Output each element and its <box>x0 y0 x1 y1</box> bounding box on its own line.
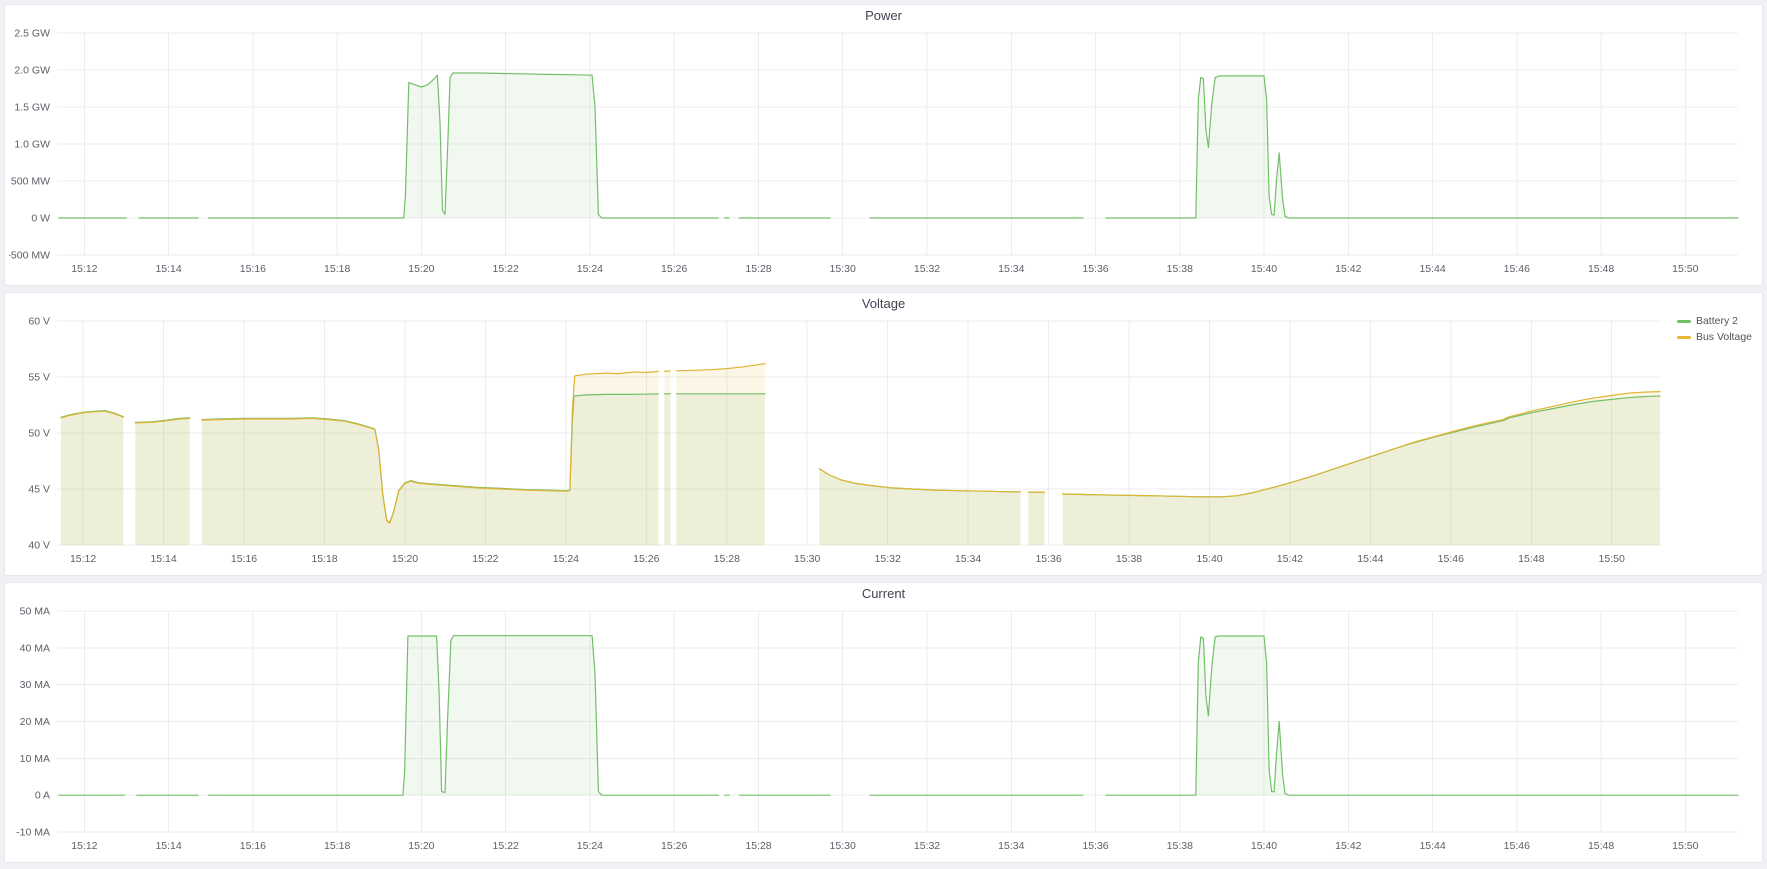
svg-text:15:20: 15:20 <box>408 840 434 852</box>
svg-text:10 MA: 10 MA <box>20 753 50 765</box>
svg-text:15:14: 15:14 <box>155 263 181 275</box>
svg-text:1.0 GW: 1.0 GW <box>14 139 50 151</box>
svg-text:1.5 GW: 1.5 GW <box>14 102 50 114</box>
svg-text:40 MA: 40 MA <box>20 642 50 654</box>
svg-text:15:38: 15:38 <box>1116 553 1142 565</box>
svg-text:15:34: 15:34 <box>955 553 981 565</box>
svg-text:2.0 GW: 2.0 GW <box>14 65 50 77</box>
svg-text:15:36: 15:36 <box>1082 840 1108 852</box>
svg-text:45 V: 45 V <box>28 484 50 496</box>
panel-current: Current 50 MA 40 MA 30 MA 20 MA 10 MA 0 A -10 … <box>4 582 1763 863</box>
svg-text:40 V: 40 V <box>28 540 50 552</box>
svg-text:15:48: 15:48 <box>1518 553 1544 565</box>
svg-text:0 W: 0 W <box>31 213 50 225</box>
legend-swatch-bus-voltage-icon <box>1677 336 1691 339</box>
voltage-chart-plot-area[interactable]: 60 V 55 V 50 V 45 V 40 V 15:12 15:14 15:16 15:18… <box>9 313 1758 571</box>
svg-text:15:50: 15:50 <box>1672 840 1698 852</box>
svg-text:15:36: 15:36 <box>1082 263 1108 275</box>
svg-text:15:18: 15:18 <box>324 263 350 275</box>
svg-text:15:28: 15:28 <box>745 840 771 852</box>
svg-text:15:26: 15:26 <box>633 553 659 565</box>
svg-text:15:24: 15:24 <box>577 840 603 852</box>
svg-text:15:20: 15:20 <box>408 263 434 275</box>
svg-text:15:36: 15:36 <box>1035 553 1061 565</box>
svg-text:15:14: 15:14 <box>150 553 176 565</box>
svg-text:15:22: 15:22 <box>493 840 519 852</box>
panel-title-voltage[interactable]: Voltage <box>5 295 1762 313</box>
svg-text:15:18: 15:18 <box>311 553 337 565</box>
legend-item-bus-voltage[interactable]: Bus Voltage <box>1677 331 1752 343</box>
svg-text:15:26: 15:26 <box>661 840 687 852</box>
svg-text:15:32: 15:32 <box>914 840 940 852</box>
svg-text:15:16: 15:16 <box>240 840 266 852</box>
svg-text:15:50: 15:50 <box>1672 263 1698 275</box>
svg-text:15:28: 15:28 <box>714 553 740 565</box>
panel-title-current[interactable]: Current <box>5 585 1762 603</box>
svg-text:15:30: 15:30 <box>794 553 820 565</box>
svg-text:15:20: 15:20 <box>392 553 418 565</box>
dashboard-panels: Power 2.5 GW 2.0 GW 1.5 GW 1.0 GW 500 MW 0 W -… <box>4 4 1763 869</box>
svg-text:15:22: 15:22 <box>493 263 519 275</box>
svg-text:15:32: 15:32 <box>875 553 901 565</box>
svg-text:30 MA: 30 MA <box>20 679 50 691</box>
svg-text:15:42: 15:42 <box>1335 263 1361 275</box>
svg-text:15:32: 15:32 <box>914 263 940 275</box>
svg-text:15:16: 15:16 <box>240 263 266 275</box>
svg-text:2.5 GW: 2.5 GW <box>14 28 50 40</box>
svg-text:50 MA: 50 MA <box>20 606 50 618</box>
svg-text:15:46: 15:46 <box>1504 840 1530 852</box>
svg-text:15:18: 15:18 <box>324 840 350 852</box>
panel-voltage: Voltage 60 V 55 V 50 V 45 V 40 V 15:12 15:14 15… <box>4 292 1763 576</box>
legend-swatch-battery-2-icon <box>1677 320 1691 323</box>
svg-text:15:12: 15:12 <box>71 840 97 852</box>
svg-text:15:30: 15:30 <box>830 263 856 275</box>
svg-text:15:44: 15:44 <box>1419 263 1445 275</box>
svg-text:15:50: 15:50 <box>1599 553 1625 565</box>
power-chart-plot-area[interactable]: 2.5 GW 2.0 GW 1.5 GW 1.0 GW 500 MW 0 W -500 MW… <box>9 25 1758 281</box>
svg-text:15:34: 15:34 <box>998 840 1024 852</box>
svg-text:15:28: 15:28 <box>745 263 771 275</box>
svg-text:15:46: 15:46 <box>1438 553 1464 565</box>
svg-text:15:14: 15:14 <box>155 840 181 852</box>
svg-text:55 V: 55 V <box>28 372 50 384</box>
svg-text:15:42: 15:42 <box>1277 553 1303 565</box>
svg-text:15:22: 15:22 <box>472 553 498 565</box>
svg-text:-500 MW: -500 MW <box>9 250 50 262</box>
panel-power: Power 2.5 GW 2.0 GW 1.5 GW 1.0 GW 500 MW 0 W -… <box>4 4 1763 286</box>
svg-text:15:44: 15:44 <box>1357 553 1383 565</box>
grafana-dashboard: { "page": { "background": "#f0f1f5", "pa… <box>0 0 1767 863</box>
svg-text:15:24: 15:24 <box>553 553 579 565</box>
svg-text:15:34: 15:34 <box>998 263 1024 275</box>
svg-text:15:12: 15:12 <box>70 553 96 565</box>
voltage-legend: Battery 2 Bus Voltage <box>1677 315 1752 343</box>
svg-text:500 MW: 500 MW <box>11 176 50 188</box>
svg-text:15:38: 15:38 <box>1167 263 1193 275</box>
svg-text:15:38: 15:38 <box>1167 840 1193 852</box>
svg-text:15:48: 15:48 <box>1588 840 1614 852</box>
svg-text:15:26: 15:26 <box>661 263 687 275</box>
svg-text:15:40: 15:40 <box>1196 553 1222 565</box>
svg-text:15:46: 15:46 <box>1504 263 1530 275</box>
svg-text:60 V: 60 V <box>28 316 50 328</box>
current-chart-plot-area[interactable]: 50 MA 40 MA 30 MA 20 MA 10 MA 0 A -10 MA 15:12 1… <box>9 603 1758 858</box>
svg-text:0 A: 0 A <box>35 790 50 802</box>
svg-text:-10 MA: -10 MA <box>16 827 50 839</box>
svg-text:15:44: 15:44 <box>1419 840 1445 852</box>
svg-text:15:48: 15:48 <box>1588 263 1614 275</box>
svg-text:20 MA: 20 MA <box>20 716 50 728</box>
legend-label-battery-2[interactable]: Battery 2 <box>1696 315 1738 327</box>
svg-text:15:42: 15:42 <box>1335 840 1361 852</box>
svg-text:15:16: 15:16 <box>231 553 257 565</box>
legend-item-battery-2[interactable]: Battery 2 <box>1677 315 1752 327</box>
svg-text:15:40: 15:40 <box>1251 263 1277 275</box>
panel-title-power[interactable]: Power <box>5 7 1762 25</box>
svg-text:15:30: 15:30 <box>830 840 856 852</box>
svg-text:15:12: 15:12 <box>71 263 97 275</box>
svg-text:15:40: 15:40 <box>1251 840 1277 852</box>
svg-text:50 V: 50 V <box>28 428 50 440</box>
legend-label-bus-voltage[interactable]: Bus Voltage <box>1696 331 1752 343</box>
svg-text:15:24: 15:24 <box>577 263 603 275</box>
